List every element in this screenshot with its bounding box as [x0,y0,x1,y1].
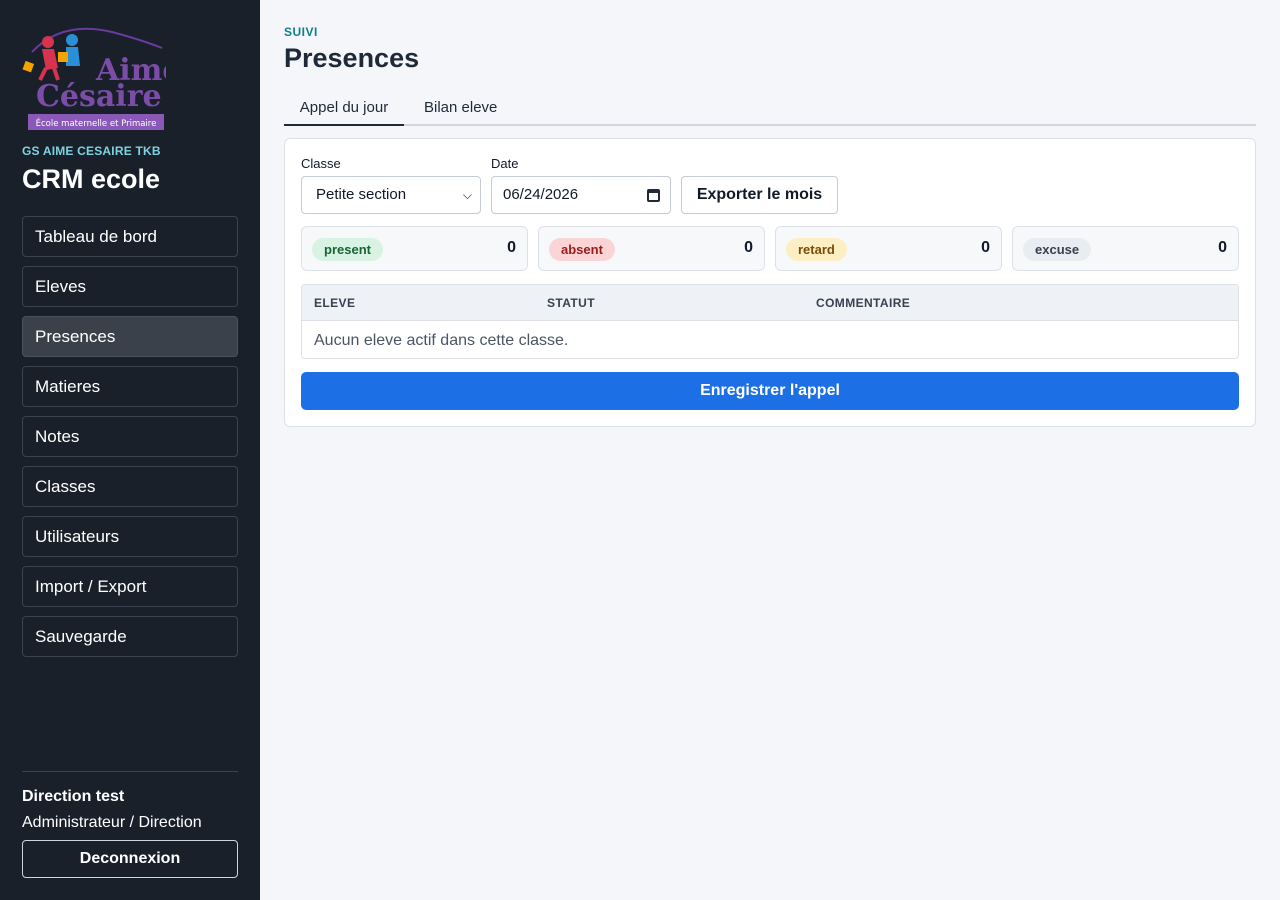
sidebar-divider [22,771,238,772]
stat-present: present 0 [301,226,528,271]
column-header-commentaire: COMMENTAIRE [816,296,911,310]
logout-button[interactable]: Deconnexion [22,840,238,878]
user-role: Administrateur / Direction [22,814,202,831]
user-name: Direction test [22,788,125,805]
calendar-icon[interactable] [647,189,660,202]
stat-count-absent: 0 [744,239,753,256]
class-select[interactable]: Petite section ⌵ [301,176,481,214]
sidebar-item-utilisateurs[interactable]: Utilisateurs [22,516,238,557]
sidebar: Aimé Césaire École maternelle et Primair… [0,0,260,900]
school-name: GS AIME CESAIRE TKB [22,144,161,158]
sidebar-item-tableau-de-bord[interactable]: Tableau de bord [22,216,238,257]
tab-appel-du-jour[interactable]: Appel du jour [284,92,404,126]
sidebar-item-notes[interactable]: Notes [22,416,238,457]
sidebar-item-classes[interactable]: Classes [22,466,238,507]
sidebar-item-eleves[interactable]: Eleves [22,266,238,307]
sidebar-item-import-export[interactable]: Import / Export [22,566,238,607]
logo-tagline: École maternelle et Primaire [36,117,157,129]
sidebar-item-sauvegarde[interactable]: Sauvegarde [22,616,238,657]
page-title: Presences [284,43,420,73]
date-input[interactable]: 06/24/2026 [491,176,671,214]
class-label: Classe [301,156,341,171]
stat-absent: absent 0 [538,226,765,271]
app-title: CRM ecole [22,164,161,194]
column-header-eleve: ELEVE [314,296,356,310]
logo-word-2: Césaire [36,79,162,114]
stat-count-retard: 0 [981,239,990,256]
date-input-value: 06/24/2026 [503,186,579,203]
table-header: ELEVE STATUT COMMENTAIRE [302,285,1238,321]
sidebar-nav: Tableau de bord Eleves Presences Matiere… [22,216,238,666]
school-logo: Aimé Césaire École maternelle et Primair… [22,27,166,130]
sidebar-item-presences[interactable]: Presences [22,316,238,357]
tab-bar: Appel du jour Bilan eleve [284,92,1256,126]
status-badge-present: present [312,238,383,261]
stat-count-present: 0 [507,239,516,256]
attendance-card: Classe Date Petite section ⌵ 06/24/2026 … [284,138,1256,427]
status-badge-excuse: excuse [1023,238,1092,261]
status-badge-retard: retard [786,238,847,261]
stat-count-excuse: 0 [1218,239,1227,256]
status-badge-absent: absent [549,238,615,261]
tab-bilan-eleve[interactable]: Bilan eleve [424,92,497,126]
empty-table-message: Aucun eleve actif dans cette classe. [314,332,569,349]
save-attendance-button[interactable]: Enregistrer l'appel [301,372,1239,410]
chevron-down-icon: ⌵ [462,188,472,202]
class-select-value: Petite section [316,186,407,203]
section-kicker: SUIVI [284,25,318,39]
stat-excuse: excuse 0 [1012,226,1239,271]
column-header-statut: STATUT [547,296,595,310]
attendance-table: ELEVE STATUT COMMENTAIRE Aucun eleve act… [301,284,1239,359]
date-label: Date [491,156,519,171]
export-month-button[interactable]: Exporter le mois [681,176,838,214]
stat-retard: retard 0 [775,226,1002,271]
sidebar-item-matieres[interactable]: Matieres [22,366,238,407]
